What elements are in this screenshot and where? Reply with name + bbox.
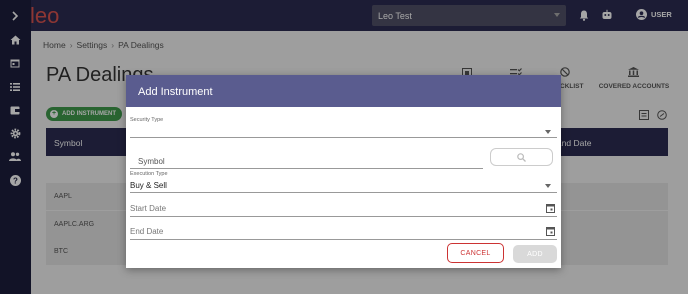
security-type-select[interactable]: Security Type — [130, 117, 557, 138]
execution-type-label: Execution Type — [130, 171, 168, 177]
search-icon — [517, 152, 526, 162]
cancel-button[interactable]: CANCEL — [447, 243, 504, 263]
start-date-input[interactable]: Start Date — [130, 203, 557, 217]
calendar-icon[interactable] — [546, 203, 555, 213]
execution-type-value: Buy & Sell — [130, 181, 167, 190]
chevron-down-icon — [545, 130, 551, 134]
security-type-label: Security Type — [130, 117, 164, 123]
end-date-placeholder: End Date — [130, 227, 164, 236]
add-instrument-dialog: Add Instrument Security Type Symbol Exec… — [126, 75, 561, 268]
start-date-placeholder: Start Date — [130, 204, 167, 213]
end-date-input[interactable]: End Date — [130, 226, 557, 240]
add-button[interactable]: ADD — [513, 245, 557, 263]
chevron-down-icon — [545, 184, 551, 188]
symbol-placeholder: Symbol — [138, 157, 165, 166]
search-button[interactable] — [490, 148, 553, 166]
dialog-title: Add Instrument — [126, 75, 561, 107]
execution-type-select[interactable]: Execution Type Buy & Sell — [130, 171, 557, 193]
calendar-icon[interactable] — [546, 226, 555, 236]
symbol-input[interactable]: Symbol — [130, 151, 483, 169]
